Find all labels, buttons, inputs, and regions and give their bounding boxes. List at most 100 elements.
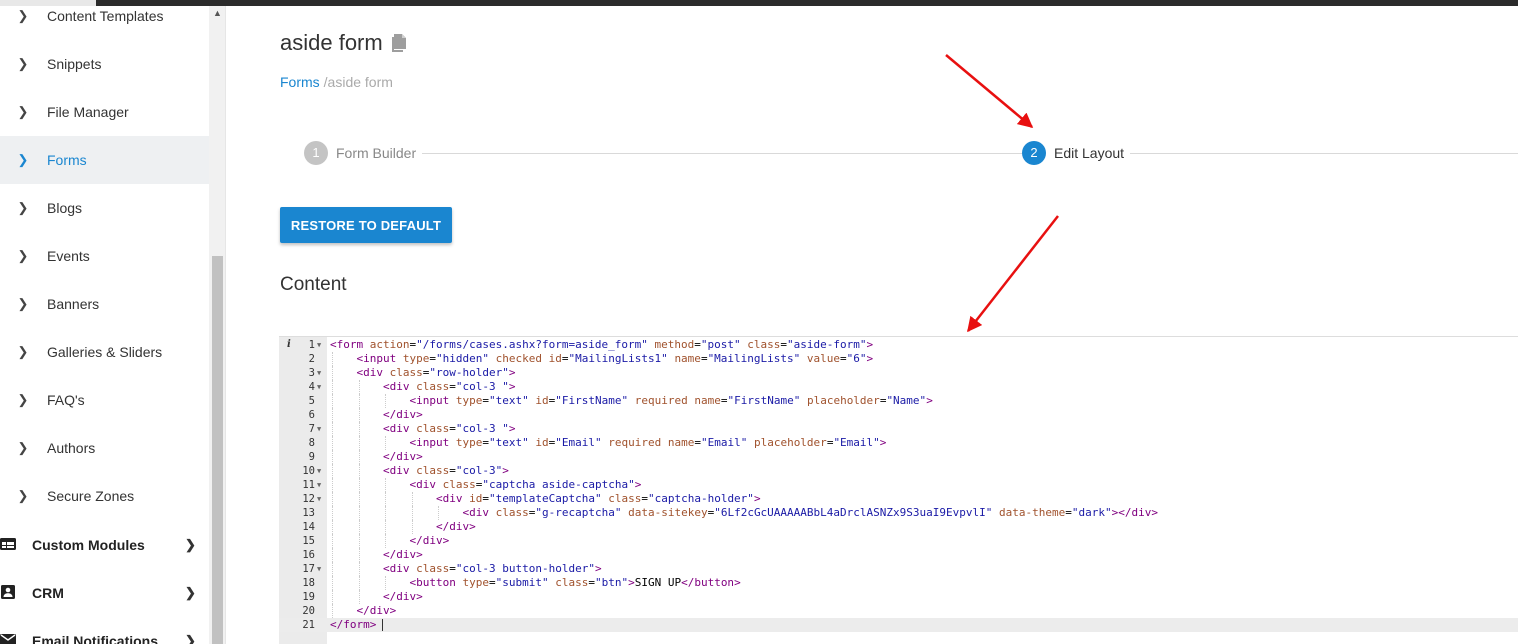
code-line[interactable]: 16 </div> xyxy=(279,548,1518,562)
code-line[interactable]: 14 </div> xyxy=(279,520,1518,534)
line-number: 17 xyxy=(302,563,315,575)
indent-guide xyxy=(332,520,333,534)
top-app-bar xyxy=(0,0,1518,6)
chevron-right-icon: ❯ xyxy=(17,104,29,119)
sidebar-item-label: File Manager xyxy=(47,104,129,120)
restore-to-default-button[interactable]: RESTORE TO DEFAULT xyxy=(280,207,452,243)
code-line[interactable]: 4 ▼ <div class="col-3 "> xyxy=(279,380,1518,394)
indent-guide xyxy=(385,436,386,450)
sidebar-section-custom-modules[interactable]: Custom Modules ❯ xyxy=(0,521,209,569)
indent-guide xyxy=(385,520,386,534)
sidebar-item-label: Authors xyxy=(47,440,96,456)
chevron-right-icon: ❯ xyxy=(185,585,196,600)
fold-toggle-icon[interactable]: ▼ xyxy=(317,366,325,380)
sidebar-item-label: Forms xyxy=(47,152,87,168)
code-line[interactable]: 20 </div> xyxy=(279,604,1518,618)
fold-toggle-icon[interactable]: ▼ xyxy=(317,338,325,352)
chevron-right-icon: ❯ xyxy=(17,392,29,407)
indent-guide xyxy=(332,576,333,590)
copy-icon[interactable] xyxy=(391,33,409,53)
fold-toggle-icon[interactable]: ▼ xyxy=(317,562,325,576)
code-line[interactable]: 18 <button type="submit" class="btn">SIGN… xyxy=(279,576,1518,590)
code-line[interactable]: 19 </div> xyxy=(279,590,1518,604)
sidebar-section-email-notifications[interactable]: Email Notifications ❯ xyxy=(0,617,209,644)
code-line[interactable]: 15 </div> xyxy=(279,534,1518,548)
indent-guide xyxy=(332,548,333,562)
code-line[interactable]: 8 <input type="text" id="Email" required … xyxy=(279,436,1518,450)
envelope-icon xyxy=(0,633,16,644)
indent-guide xyxy=(385,576,386,590)
sidebar-item-label: Content Templates xyxy=(47,8,164,24)
chevron-right-icon: ❯ xyxy=(17,296,29,311)
code-line[interactable]: 13 <div class="g-recaptcha" data-sitekey=… xyxy=(279,506,1518,520)
code-line[interactable]: 9 </div> xyxy=(279,450,1518,464)
sidebar-item-blogs[interactable]: ❯ Blogs xyxy=(0,184,209,232)
line-number: 4 xyxy=(308,381,315,393)
code-line[interactable]: 6 </div> xyxy=(279,408,1518,422)
code-line[interactable]: 3 ▼ <div class="row-holder"> xyxy=(279,366,1518,380)
chevron-right-icon: ❯ xyxy=(17,488,29,503)
sidebar-item-snippets[interactable]: ❯ Snippets xyxy=(0,40,209,88)
indent-guide xyxy=(385,394,386,408)
sidebar-scrollbar[interactable]: ▲ xyxy=(209,6,225,644)
code-line[interactable]: 5 <input type="text" id="FirstName" requi… xyxy=(279,394,1518,408)
indent-guide xyxy=(332,408,333,422)
sidebar-item-content-templates[interactable]: ❯ Content Templates xyxy=(0,6,209,40)
sidebar-section-crm[interactable]: CRM ❯ xyxy=(0,569,209,617)
text-cursor xyxy=(382,619,384,631)
sidebar-item-secure-zones[interactable]: ❯ Secure Zones xyxy=(0,472,209,520)
breadcrumb-link-forms[interactable]: Forms xyxy=(280,74,320,90)
sidebar-item-forms[interactable]: ❯ Forms xyxy=(0,136,209,184)
indent-guide xyxy=(411,506,413,520)
code-editor[interactable]: i 1 ▼ <form action="/forms/cases.ashx?form… xyxy=(279,336,1518,644)
fold-toggle-icon[interactable]: ▼ xyxy=(317,464,325,478)
code-text: </div> xyxy=(383,408,423,421)
fold-toggle-icon[interactable]: ▼ xyxy=(317,380,325,394)
indent-guide xyxy=(358,408,360,422)
code-line[interactable]: 7 ▼ <div class="col-3 "> xyxy=(279,422,1518,436)
indent-guide xyxy=(385,492,386,506)
code-line[interactable]: 11 ▼ <div class="captcha aside-captcha"> xyxy=(279,478,1518,492)
code-text: <div class="col-3 "> xyxy=(383,422,516,435)
code-text: </div> xyxy=(383,590,423,603)
step-number: 1 xyxy=(304,141,328,165)
indent-guide xyxy=(358,576,360,590)
code-line[interactable]: 2 <input type="hidden" checked id="Mailin… xyxy=(279,352,1518,366)
sidebar-item-events[interactable]: ❯ Events xyxy=(0,232,209,280)
step-form-builder[interactable]: 1 Form Builder xyxy=(304,141,416,165)
code-text: <input type="text" id="FirstName" requir… xyxy=(409,394,933,407)
line-number: 2 xyxy=(308,353,315,365)
code-line[interactable]: 12 ▼ <div id="templateCaptcha" class="capt… xyxy=(279,492,1518,506)
line-number: 9 xyxy=(308,451,315,463)
code-line[interactable]: 17 ▼ <div class="col-3 button-holder"> xyxy=(279,562,1518,576)
indent-guide xyxy=(358,562,360,576)
indent-guide xyxy=(358,506,360,520)
indent-guide xyxy=(358,422,360,436)
code-text: </div> xyxy=(383,548,423,561)
sidebar-item-banners[interactable]: ❯ Banners xyxy=(0,280,209,328)
chevron-right-icon: ❯ xyxy=(17,8,29,23)
indent-guide xyxy=(332,562,333,576)
step-edit-layout[interactable]: 2 Edit Layout xyxy=(1022,141,1124,165)
code-text: <button type="submit" class="btn">SIGN U… xyxy=(409,576,741,589)
code-text: <input type="hidden" checked id="Mailing… xyxy=(356,352,874,365)
step-label: Form Builder xyxy=(336,145,417,161)
indent-guide xyxy=(385,506,386,520)
sidebar-item-galleries-sliders[interactable]: ❯ Galleries & Sliders xyxy=(0,328,209,376)
annotation-arrow-edit-layout xyxy=(945,54,1034,128)
line-number: 18 xyxy=(302,577,315,589)
code-line[interactable]: 21 </form> xyxy=(279,618,1518,632)
form-stepper: 1 Form Builder 2 Edit Layout xyxy=(304,141,1518,165)
sidebar-section-label: Custom Modules xyxy=(32,537,145,553)
code-line[interactable]: 1 ▼ <form action="/forms/cases.ashx?form=a… xyxy=(279,338,1518,352)
sidebar-item-faq-s[interactable]: ❯ FAQ's xyxy=(0,376,209,424)
code-line[interactable]: 10 ▼ <div class="col-3"> xyxy=(279,464,1518,478)
fold-toggle-icon[interactable]: ▼ xyxy=(317,492,325,506)
scroll-up-arrow-icon[interactable]: ▲ xyxy=(209,8,225,22)
sidebar-item-file-manager[interactable]: ❯ File Manager xyxy=(0,88,209,136)
scrollbar-thumb[interactable] xyxy=(212,256,223,644)
sidebar-item-authors[interactable]: ❯ Authors xyxy=(0,424,209,472)
fold-toggle-icon[interactable]: ▼ xyxy=(317,478,325,492)
code-text: <div class="col-3 button-holder"> xyxy=(383,562,602,575)
fold-toggle-icon[interactable]: ▼ xyxy=(317,422,325,436)
